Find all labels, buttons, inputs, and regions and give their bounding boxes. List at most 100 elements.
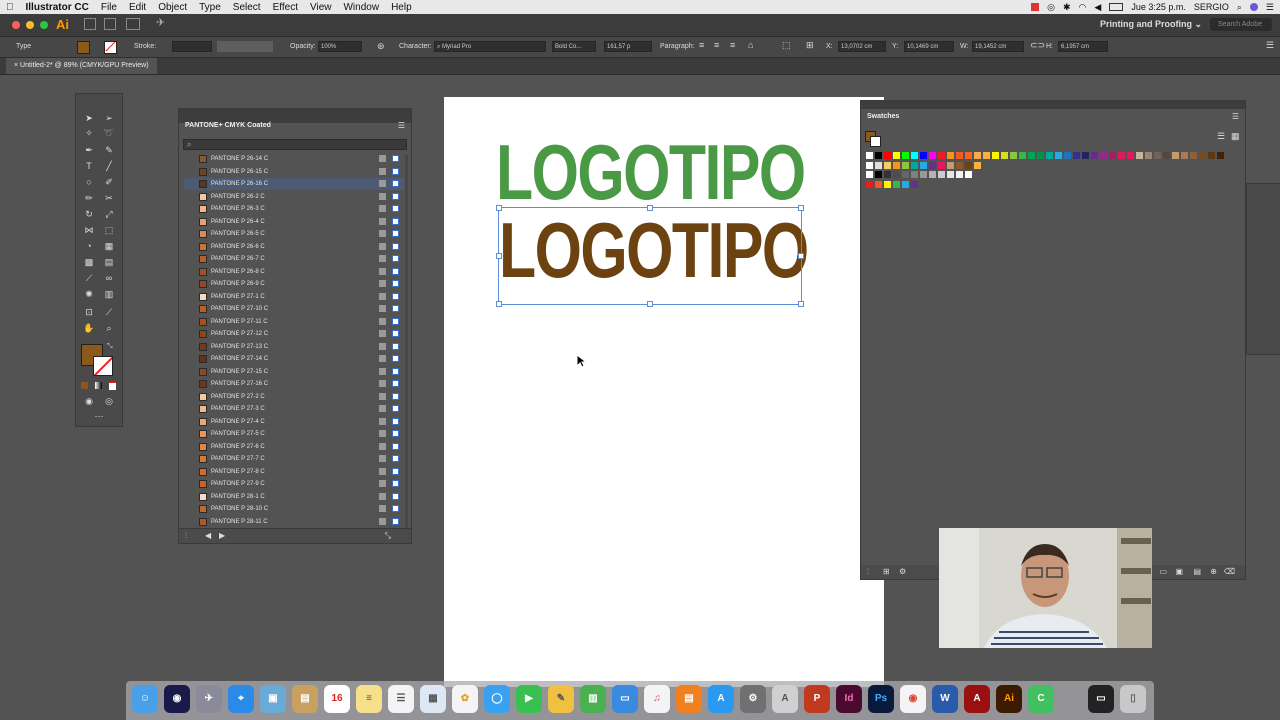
stroke-weight-input[interactable] bbox=[172, 41, 212, 52]
list-item[interactable]: PANTONE P 26-9 C bbox=[184, 278, 404, 290]
color-swatch[interactable] bbox=[866, 161, 873, 169]
workspace-switcher[interactable]: Printing and Proofing ⌄ bbox=[1100, 19, 1202, 30]
list-item[interactable]: PANTONE P 26-16 C bbox=[184, 178, 404, 190]
list-view-icon[interactable]: ☰ bbox=[1217, 131, 1225, 142]
color-swatch[interactable] bbox=[884, 161, 891, 169]
arrange-documents-icon[interactable] bbox=[126, 18, 140, 30]
app-menu[interactable]: Illustrator CC bbox=[20, 2, 95, 13]
menu-file[interactable]: File bbox=[95, 2, 123, 13]
pages-icon[interactable]: ✎ bbox=[548, 685, 574, 713]
color-swatch[interactable] bbox=[1154, 152, 1161, 159]
type-tool-icon[interactable]: T bbox=[82, 160, 96, 172]
swatch-search-input[interactable]: ⌕ bbox=[183, 139, 407, 150]
user-name[interactable]: SERGIO bbox=[1194, 2, 1229, 12]
color-swatch[interactable] bbox=[1118, 152, 1125, 159]
numbers-icon[interactable]: ▥ bbox=[580, 685, 606, 713]
color-swatch[interactable] bbox=[965, 171, 972, 178]
align-right-icon[interactable]: ≡ bbox=[730, 40, 735, 50]
status-icon[interactable]: ◎ bbox=[1047, 2, 1055, 13]
panel-menu-icon[interactable]: ☰ bbox=[398, 121, 405, 130]
list-item[interactable]: PANTONE P 27-4 C bbox=[184, 416, 404, 428]
battery-icon[interactable] bbox=[1109, 3, 1124, 11]
list-item[interactable]: PANTONE P 28-1 C bbox=[184, 491, 404, 503]
list-item[interactable]: PANTONE P 26-5 C bbox=[184, 228, 404, 240]
menu-effect[interactable]: Effect bbox=[267, 2, 304, 13]
app-store-icon[interactable]: A bbox=[708, 685, 734, 713]
color-swatch[interactable] bbox=[920, 161, 927, 169]
system-preferences-icon[interactable]: ⚙ bbox=[740, 685, 766, 713]
color-swatch[interactable] bbox=[902, 161, 909, 169]
scrollbar[interactable] bbox=[405, 155, 408, 535]
shape-icon[interactable]: ⌂ bbox=[748, 40, 753, 50]
fill-swatch[interactable] bbox=[77, 41, 90, 54]
color-swatch[interactable] bbox=[884, 171, 891, 178]
color-swatch[interactable] bbox=[893, 171, 900, 178]
variable-width-profile-dropdown[interactable] bbox=[217, 41, 273, 52]
draw-normal-icon[interactable]: ◉ bbox=[82, 395, 96, 407]
list-item[interactable]: PANTONE P 27-5 C bbox=[184, 428, 404, 440]
notes-icon[interactable]: ≡ bbox=[356, 685, 382, 713]
list-item[interactable]: PANTONE P 27-7 C bbox=[184, 453, 404, 465]
gradient-mode-icon[interactable] bbox=[95, 382, 102, 389]
menu-window[interactable]: Window bbox=[337, 2, 385, 13]
resize-handle-ne[interactable] bbox=[798, 205, 804, 211]
color-swatch[interactable] bbox=[893, 161, 900, 169]
color-swatch[interactable] bbox=[902, 171, 909, 178]
minimize-window-button[interactable] bbox=[26, 21, 34, 29]
list-item[interactable]: PANTONE P 27-1 C bbox=[184, 291, 404, 303]
color-swatch[interactable] bbox=[875, 171, 882, 178]
color-swatch[interactable] bbox=[1028, 152, 1035, 159]
contacts-icon[interactable]: ▤ bbox=[292, 685, 318, 713]
zoom-tool-icon[interactable]: ⌕ bbox=[102, 322, 116, 334]
color-swatch[interactable] bbox=[965, 161, 972, 169]
keynote-icon[interactable]: ▭ bbox=[612, 685, 638, 713]
color-swatch[interactable] bbox=[866, 171, 873, 178]
eyedropper-tool-icon[interactable]: ⟋ bbox=[82, 272, 96, 284]
resize-handle-sw[interactable] bbox=[496, 301, 502, 307]
shaper-tool-icon[interactable]: ✏ bbox=[82, 192, 96, 204]
trash-icon[interactable]: ▯ bbox=[1120, 685, 1146, 713]
indesign-icon[interactable]: Id bbox=[836, 685, 862, 713]
mesh-tool-icon[interactable]: ▩ bbox=[82, 256, 96, 268]
transform-icon[interactable]: ⊞ bbox=[806, 40, 814, 51]
resize-grip-icon[interactable]: ⤡ bbox=[385, 531, 391, 541]
launchpad-icon[interactable]: ✈ bbox=[196, 685, 222, 713]
color-swatch[interactable] bbox=[1217, 152, 1224, 159]
perspective-grid-tool-icon[interactable]: ▦ bbox=[102, 240, 116, 252]
color-swatch[interactable] bbox=[920, 171, 927, 178]
color-swatch[interactable] bbox=[983, 152, 990, 159]
lasso-tool-icon[interactable]: ➰ bbox=[102, 127, 116, 139]
color-swatch[interactable] bbox=[956, 161, 963, 169]
search-adobe-stock-input[interactable]: Search Adobe bbox=[1210, 18, 1272, 31]
color-swatch[interactable] bbox=[1208, 152, 1215, 159]
color-swatch[interactable] bbox=[1172, 152, 1179, 159]
swatch-libraries-menu-icon[interactable]: ⫶ bbox=[185, 531, 187, 541]
color-swatch[interactable] bbox=[911, 171, 918, 178]
direct-selection-tool-icon[interactable]: ➢ bbox=[102, 112, 116, 124]
curvature-tool-icon[interactable]: ✎ bbox=[102, 144, 116, 156]
color-swatch[interactable] bbox=[902, 180, 909, 188]
selection-tool-icon[interactable]: ➤ bbox=[82, 112, 96, 124]
menu-help[interactable]: Help bbox=[385, 2, 418, 13]
blend-tool-icon[interactable]: ∞ bbox=[102, 272, 116, 284]
wifi-icon[interactable]: ◠ bbox=[1079, 2, 1087, 13]
color-swatch[interactable] bbox=[938, 171, 945, 178]
width-tool-icon[interactable]: ⋈ bbox=[82, 224, 96, 236]
list-item[interactable]: PANTONE P 26-2 C bbox=[184, 191, 404, 203]
stroke-swatch[interactable] bbox=[104, 41, 117, 54]
messages-icon[interactable]: ◯ bbox=[484, 685, 510, 713]
swatch-libraries-menu-icon[interactable]: ⫶ bbox=[867, 567, 869, 577]
color-swatch[interactable] bbox=[911, 180, 918, 188]
image-capture-icon[interactable]: ▦ bbox=[420, 685, 446, 713]
color-swatch[interactable] bbox=[1073, 152, 1080, 159]
color-swatch[interactable] bbox=[875, 161, 882, 169]
collapsed-panel[interactable] bbox=[1246, 183, 1280, 355]
folder-icon[interactable]: ▤ bbox=[1193, 567, 1201, 576]
volume-icon[interactable]: ◀ bbox=[1094, 2, 1101, 13]
logo-text-green[interactable]: LOGOTIPO bbox=[496, 133, 806, 211]
gradient-tool-icon[interactable]: ▤ bbox=[102, 256, 116, 268]
color-swatch[interactable] bbox=[1127, 152, 1134, 159]
list-item[interactable]: PANTONE P 27-6 C bbox=[184, 441, 404, 453]
color-swatch[interactable] bbox=[947, 161, 954, 169]
color-swatch[interactable] bbox=[884, 152, 891, 159]
